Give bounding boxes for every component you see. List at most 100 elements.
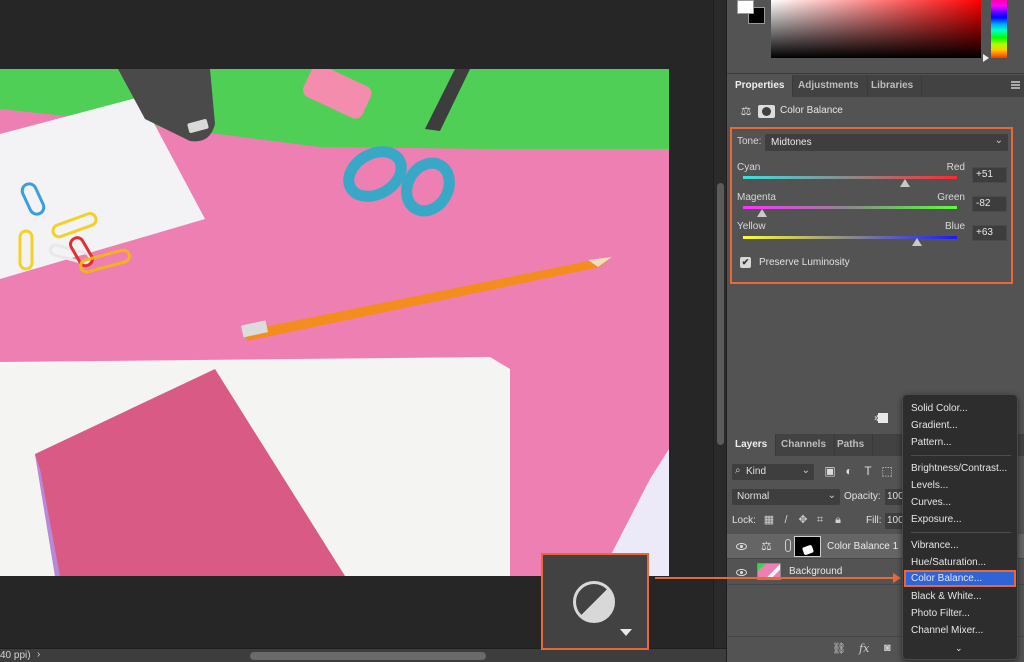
cyan-red-slider-track[interactable]	[743, 176, 957, 179]
slider-label-green: Green	[937, 192, 965, 203]
vertical-scrollbar[interactable]	[713, 0, 726, 648]
blend-mode-value: Normal	[737, 491, 770, 502]
lock-position-icon[interactable]: ✥	[796, 513, 810, 527]
adjustment-layer-filter-icon[interactable]: ◐	[842, 464, 856, 478]
slider-label-blue: Blue	[944, 221, 965, 232]
clip-to-layer-icon[interactable]: ✲	[874, 413, 888, 423]
preserve-luminosity-label[interactable]: Preserve Luminosity	[759, 257, 850, 268]
properties-tab-bar: Properties Adjustments Libraries	[727, 75, 1024, 97]
tab-libraries[interactable]: Libraries	[863, 75, 923, 97]
tab-properties[interactable]: Properties	[727, 75, 794, 97]
lock-artboard-icon[interactable]: ⌗	[813, 513, 827, 527]
slider-label-red: Red	[946, 162, 965, 173]
status-menu-arrow[interactable]: ›	[37, 649, 40, 660]
shape-layer-filter-icon[interactable]: ⬚	[880, 464, 894, 478]
lock-image-pixels-icon[interactable]: /	[779, 513, 793, 527]
menu-item-color-balance[interactable]: Color Balance...	[904, 570, 1016, 587]
lock-label: Lock:	[732, 515, 756, 526]
color-balance-icon: ⚖	[761, 539, 772, 553]
menu-item-photo-filter[interactable]: Photo Filter...	[904, 605, 1016, 622]
tab-channels[interactable]: Channels	[773, 434, 836, 456]
tab-adjustments[interactable]: Adjustments	[790, 75, 868, 97]
menu-item-black-white[interactable]: Black & White...	[904, 588, 1016, 605]
layer-mask-thumbnail[interactable]	[794, 536, 821, 557]
properties-header: ⚖ Color Balance	[727, 100, 1024, 124]
callout-arrow	[655, 577, 898, 579]
fx-icon[interactable]: fx	[859, 642, 869, 655]
slider-label-cyan: Cyan	[737, 162, 761, 173]
type-layer-filter-icon[interactable]: T	[861, 464, 875, 478]
layer-name[interactable]: Background	[789, 566, 842, 577]
menu-item-curves[interactable]: Curves...	[904, 494, 1016, 511]
filter-kind-label: Kind	[746, 466, 767, 477]
hue-slider[interactable]	[991, 0, 1007, 58]
horizontal-scrollbar-thumb[interactable]	[250, 652, 486, 660]
yellow-blue-slider-thumb[interactable]	[912, 238, 923, 246]
yellow-blue-value-field[interactable]: +63	[972, 225, 1007, 241]
tone-value: Midtones	[771, 137, 812, 148]
mask-link-icon[interactable]	[785, 539, 791, 552]
foreground-color-swatch[interactable]	[737, 0, 754, 14]
dropdown-triangle-icon	[620, 629, 632, 636]
arrow-head-icon	[893, 573, 901, 583]
menu-item-brightness-contrast[interactable]: Brightness/Contrast...	[904, 460, 1016, 477]
saturation-value-field[interactable]	[771, 0, 981, 58]
menu-item-hue-saturation[interactable]: Hue/Saturation...	[904, 554, 1016, 571]
pixel-layer-filter-icon[interactable]: ▣	[823, 464, 837, 478]
color-balance-controls: Tone: Midtones ⌄ Cyan Red +51 Magenta Gr…	[730, 127, 1013, 284]
visibility-eye-icon[interactable]	[736, 569, 747, 576]
filter-kind-select[interactable]: ⌕ Kind ⌄	[732, 464, 814, 480]
color-balance-icon[interactable]: ⚖	[737, 104, 755, 119]
layer-mask-icon[interactable]	[758, 105, 775, 118]
menu-scroll-down-icon[interactable]: ⌄	[955, 643, 963, 654]
magenta-green-slider-track[interactable]	[743, 206, 957, 209]
tab-layers[interactable]: Layers	[727, 434, 777, 456]
status-bar: 40 ppi) ›	[0, 648, 726, 662]
photo-desk-supplies	[0, 69, 669, 576]
blend-mode-select[interactable]: Normal ⌄	[732, 489, 840, 505]
chevron-down-icon: ⌄	[801, 465, 810, 476]
color-panel	[727, 0, 1024, 74]
menu-item-pattern[interactable]: Pattern...	[904, 434, 1016, 451]
fill-label: Fill:	[866, 515, 882, 526]
link-layers-icon[interactable]: ⛓	[832, 642, 846, 655]
document-image[interactable]	[0, 69, 669, 576]
canvas-area[interactable]	[0, 0, 713, 648]
photoshop-window: 40 ppi) › Properties Adjustments Librari…	[0, 0, 1024, 662]
layer-name[interactable]: Color Balance 1	[827, 541, 898, 552]
vertical-scrollbar-thumb[interactable]	[717, 183, 724, 445]
tab-paths[interactable]: Paths	[829, 434, 874, 456]
chevron-down-icon: ⌄	[827, 490, 836, 501]
menu-item-exposure[interactable]: Exposure...	[904, 511, 1016, 528]
menu-item-vibrance[interactable]: Vibrance...	[904, 537, 1016, 554]
menu-item-solid-color[interactable]: Solid Color...	[904, 400, 1016, 417]
menu-item-gradient[interactable]: Gradient...	[904, 417, 1016, 434]
add-mask-icon[interactable]: ◙	[884, 642, 891, 654]
lock-all-icon[interactable]: 🔒︎	[831, 513, 845, 527]
menu-separator	[911, 455, 1011, 456]
color-marker-icon	[983, 54, 989, 62]
slider-label-magenta: Magenta	[737, 192, 776, 203]
yellow-blue-slider-track[interactable]	[743, 236, 957, 239]
slider-label-yellow: Yellow	[737, 221, 766, 232]
adjustment-layer-menu: Solid Color... Gradient... Pattern... Br…	[902, 394, 1018, 660]
lock-transparent-pixels-icon[interactable]: ▦	[762, 513, 776, 527]
visibility-eye-icon[interactable]	[736, 543, 747, 550]
tone-label: Tone:	[737, 136, 762, 147]
properties-title: Color Balance	[780, 105, 843, 116]
opacity-label: Opacity:	[844, 491, 881, 502]
new-adjustment-layer-icon[interactable]	[573, 581, 615, 623]
chevron-down-icon: ⌄	[994, 135, 1003, 146]
preserve-luminosity-checkbox[interactable]: ✔	[740, 257, 751, 268]
panel-menu-icon[interactable]	[1011, 81, 1020, 89]
cyan-red-value-field[interactable]: +51	[972, 167, 1007, 183]
magenta-green-slider-thumb[interactable]	[757, 209, 768, 217]
cyan-red-slider-thumb[interactable]	[899, 179, 910, 187]
menu-item-channel-mixer[interactable]: Channel Mixer...	[904, 622, 1016, 639]
search-icon: ⌕	[735, 465, 741, 476]
document-info-text: 40 ppi)	[0, 650, 31, 661]
adjustment-layer-button-callout[interactable]	[541, 553, 649, 650]
tone-select[interactable]: Midtones ⌄	[765, 134, 1008, 151]
magenta-green-value-field[interactable]: -82	[972, 196, 1007, 212]
menu-item-levels[interactable]: Levels...	[904, 477, 1016, 494]
